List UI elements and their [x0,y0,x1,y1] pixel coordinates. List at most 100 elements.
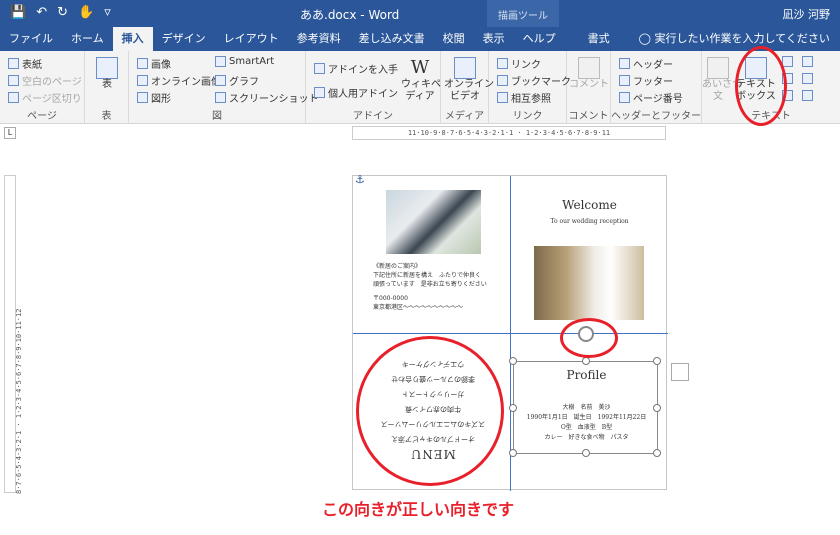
user-name[interactable]: 凪沙 河野 [783,6,831,22]
date-time-icon [802,73,813,84]
greeting-button[interactable]: あいさつ 文 [702,57,742,103]
online-pictures-label: オンライン画像 [151,77,221,88]
invite-line: 《新居のご案内》 [373,263,422,270]
page-break-button[interactable]: ページ区切り [8,90,82,105]
annotation-caption: この向きが正しい向きです [322,500,515,519]
ribbon-tabs: ファイル ホーム 挿入 デザイン レイアウト 参考資料 差し込み文書 校閲 表示… [0,27,840,51]
online-pictures-button[interactable]: オンライン画像 [137,73,221,88]
profile-title: Profile [566,368,607,382]
tell-me-box[interactable]: ◯ 実行したい作業を入力してください [619,27,830,51]
online-video-button[interactable]: オンライン ビデオ [444,57,494,103]
object-button[interactable] [802,90,813,101]
resize-handle-n[interactable] [582,357,590,365]
save-icon[interactable]: 💾 [10,5,26,20]
horizontal-ruler[interactable]: 11·10·9·8·7·6·5·4·3·2·1·1 · 1·2·3·4·5·6·… [352,126,666,140]
my-addins-label: 個人用アドイン [328,89,398,100]
resize-handle-sw[interactable] [509,449,517,457]
page-number-button[interactable]: ページ番号 [619,90,683,105]
footer-icon [619,75,630,86]
resize-handle-ne[interactable] [653,357,661,365]
tab-layout[interactable]: レイアウト [215,27,288,51]
tab-review[interactable]: 校閲 [434,27,474,51]
online-video-icon [454,57,476,79]
tab-help[interactable]: ヘルプ [514,27,565,51]
date-time-button[interactable] [802,73,813,84]
smartart-button[interactable]: SmartArt [215,56,274,67]
wikipedia-icon: W [410,57,430,78]
group-header-footer: ヘッダー フッター ページ番号 ヘッダーとフッター [611,51,702,124]
undo-icon[interactable]: ↶ [36,5,47,20]
window-title: ああ.docx - Word [300,6,399,23]
tab-selector[interactable]: L [4,127,16,139]
shapes-button[interactable]: 図形 [137,90,171,105]
wedding-photo-feet[interactable] [534,246,644,320]
chart-label: グラフ [229,77,259,88]
footer-button[interactable]: フッター [619,73,673,88]
page-number-label: ページ番号 [633,94,683,105]
chart-button[interactable]: グラフ [215,73,259,88]
pictures-button[interactable]: 画像 [137,56,171,71]
wedding-photo-couple[interactable] [386,190,481,254]
my-addins-button[interactable]: 個人用アドイン [314,85,398,100]
cross-reference-button[interactable]: 相互参照 [497,90,551,105]
tab-design[interactable]: デザイン [153,27,215,51]
blank-page-button[interactable]: 空白のページ [8,73,82,88]
group-table-label: 表 [101,111,112,122]
group-addins-label: アドイン [353,111,393,122]
tab-format[interactable]: 書式 [579,27,619,51]
anchor-icon: ⚓ [355,173,365,186]
blank-page-icon [8,75,19,86]
tab-insert[interactable]: 挿入 [112,27,153,51]
header-label: ヘッダー [633,60,673,71]
tab-view[interactable]: 表示 [474,27,514,51]
cover-page-button[interactable]: 表紙 [8,56,42,71]
wikipedia-button[interactable]: W ウィキペ ディア [401,57,441,103]
tab-mailings[interactable]: 差し込み文書 [350,27,434,51]
invitation-text[interactable]: 《新居のご案内》 下記住所に新居を構え ふたりで仲良く 頑張っています 是非お立… [373,262,498,312]
signature-icon [802,56,813,67]
group-addins: アドインを入手 個人用アドイン W ウィキペ ディア アドイン [306,51,441,124]
get-addins-button[interactable]: アドインを入手 [314,61,398,76]
bookmark-button[interactable]: ブックマーク [497,73,571,88]
resize-handle-se[interactable] [653,449,661,457]
customize-qat-icon[interactable]: ▿ [104,5,111,20]
table-button[interactable]: 表 [93,57,121,91]
drawing-tools-context-label: 描画ツール [487,0,559,27]
my-addins-icon [314,87,325,98]
app-name: Word [368,8,400,22]
page-number-icon [619,92,630,103]
wikipedia-label-1: ウィキペ [401,79,441,90]
layout-options-icon[interactable] [671,363,689,381]
link-label: リンク [511,60,541,71]
welcome-heading[interactable]: Welcome [511,198,668,212]
profile-text-box[interactable]: Profile 大樹 名前 美沙 1990年1月1日 誕生日 1992年11月2… [509,357,661,457]
comment-button[interactable]: コメント [569,57,609,91]
link-button[interactable]: リンク [497,56,541,71]
resize-handle-nw[interactable] [509,357,517,365]
redo-icon[interactable]: ↻ [57,5,68,20]
signature-line-button[interactable] [802,56,813,67]
screenshot-button[interactable]: スクリーンショット [215,90,319,105]
vertical-ruler[interactable]: 8·7·6·5·4·3·2·1 · 1·2·3·4·5·6·7·8·9·10·1… [4,175,23,494]
profile-line: O型 血液型 B型 [560,424,613,431]
touch-mode-icon[interactable]: ✋ [78,5,94,20]
header-button[interactable]: ヘッダー [619,56,673,71]
group-comment: コメント コメント [567,51,611,124]
welcome-subtitle[interactable]: To our wedding reception [511,218,668,225]
lightbulb-icon: ◯ [638,32,651,45]
object-icon [802,90,813,101]
title-separator: - [356,8,369,22]
resize-handle-s[interactable] [582,449,590,457]
group-links-label: リンク [512,111,543,122]
tab-references[interactable]: 参考資料 [288,27,350,51]
resize-handle-w[interactable] [509,404,517,412]
link-icon [497,58,508,69]
resize-handle-e[interactable] [653,404,661,412]
quick-access-toolbar: 💾 ↶ ↻ ✋ ▿ [10,5,111,20]
tab-home[interactable]: ホーム [62,27,113,51]
tab-file[interactable]: ファイル [0,27,62,51]
table-icon [96,57,118,79]
pictures-label: 画像 [151,60,171,71]
cover-page-label: 表紙 [22,60,42,71]
tell-me-text: 実行したい作業を入力してください [654,32,830,45]
